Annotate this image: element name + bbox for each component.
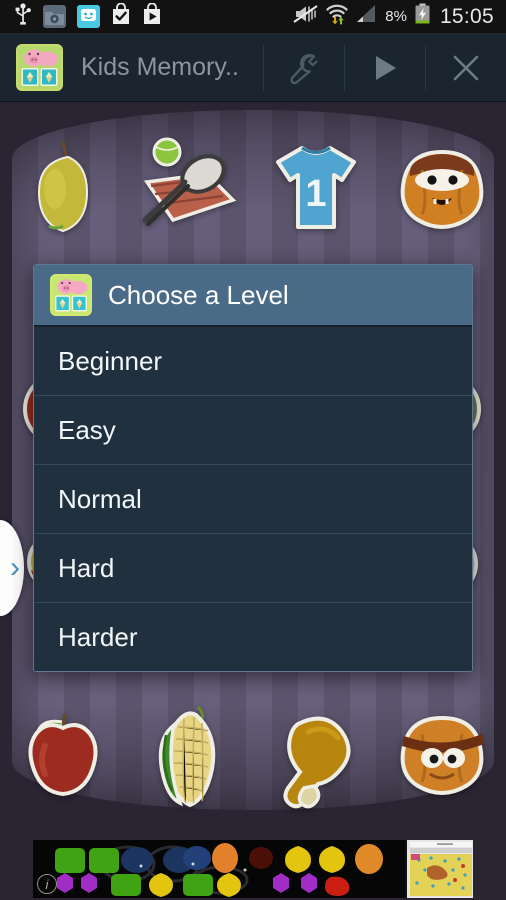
- ad-banner[interactable]: i: [33, 840, 473, 898]
- level-label: Harder: [58, 622, 138, 652]
- level-item-hard[interactable]: Hard: [34, 534, 472, 603]
- level-label: Hard: [58, 552, 115, 583]
- level-label: Normal: [58, 483, 142, 514]
- checkmark-bag-icon: [111, 2, 131, 30]
- card-blue-shirt[interactable]: 1: [263, 134, 369, 244]
- dialog-title: Choose a Level: [108, 279, 289, 310]
- card-apple[interactable]: [10, 702, 116, 812]
- action-bar: Kids Memory..: [0, 34, 506, 102]
- level-item-normal[interactable]: Normal: [34, 465, 472, 534]
- usb-icon: [14, 3, 32, 30]
- level-label: Beginner: [58, 345, 163, 376]
- settings-wrench-button[interactable]: [264, 34, 344, 102]
- level-label: Easy: [58, 414, 116, 445]
- messenger-icon: [77, 5, 100, 28]
- ad-artwork: [33, 840, 405, 898]
- close-button[interactable]: [426, 34, 506, 102]
- level-item-harder[interactable]: Harder: [34, 603, 472, 671]
- ad-banner-container: i: [0, 838, 506, 900]
- card-pear[interactable]: [10, 134, 116, 244]
- card-row-top: 1: [0, 124, 506, 254]
- card-tennis-racket[interactable]: [137, 134, 243, 244]
- folder-settings-icon: [43, 5, 66, 28]
- status-bar-left-icons: [0, 2, 162, 30]
- status-bar-right-icons: 8% 15:05: [292, 3, 506, 30]
- clock-label: 15:05: [439, 4, 494, 28]
- action-bar-buttons: [263, 34, 506, 102]
- kids-memory-dialog-icon: [50, 274, 92, 316]
- chevron-right-icon: ›: [10, 551, 20, 584]
- card-chicken-leg[interactable]: [263, 702, 369, 812]
- wifi-data-transfer-icon: [325, 3, 349, 30]
- play-store-bag-icon: [142, 2, 162, 30]
- card-pumpkin-bandit[interactable]: [390, 702, 496, 812]
- play-button[interactable]: [345, 34, 425, 102]
- choose-level-dialog: Choose a Level Beginner Easy Normal Hard…: [33, 264, 473, 672]
- card-pumpkin-face[interactable]: [390, 134, 496, 244]
- level-list: Beginner Easy Normal Hard Harder: [34, 327, 472, 671]
- app-title: Kids Memory..: [81, 53, 239, 81]
- phone-screen: 8% 15:05 Kids Memory.. 1 › Choose a Leve…: [0, 0, 506, 900]
- level-item-beginner[interactable]: Beginner: [34, 327, 472, 396]
- card-corn[interactable]: [137, 702, 243, 812]
- dialog-header: Choose a Level: [34, 265, 472, 327]
- mute-vibrate-off-icon: [292, 3, 318, 30]
- status-bar: 8% 15:05: [0, 0, 506, 34]
- signal-bars-icon: [356, 4, 378, 29]
- shirt-number: 1: [305, 173, 326, 215]
- ad-info-icon[interactable]: i: [37, 874, 57, 894]
- card-row-bottom: [0, 692, 506, 822]
- level-item-easy[interactable]: Easy: [34, 396, 472, 465]
- battery-charging-icon: [414, 3, 431, 30]
- kids-memory-app-icon[interactable]: [16, 44, 63, 91]
- ad-phone-screenshot: [405, 840, 473, 898]
- battery-percent-label: 8%: [385, 8, 407, 25]
